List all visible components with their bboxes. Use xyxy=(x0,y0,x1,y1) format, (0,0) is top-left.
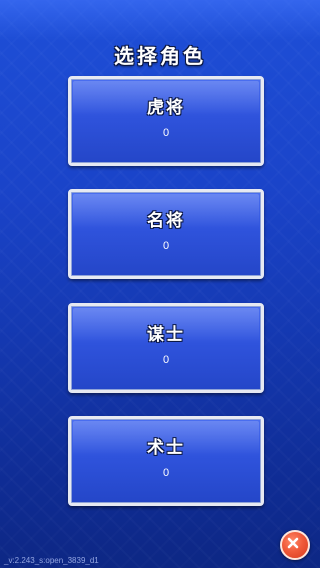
role-name: 术士 xyxy=(147,438,185,458)
role-value: 0 xyxy=(162,467,170,479)
role-value: 0 xyxy=(162,127,170,139)
role-select-screen: 选择角色 虎将 0 名将 0 谋士 0 术士 0 _v:2.243_s:open… xyxy=(0,0,320,568)
role-name: 虎将 xyxy=(147,98,185,118)
role-card-tiger-general[interactable]: 虎将 0 xyxy=(68,76,264,166)
top-sheen xyxy=(0,0,320,40)
role-card-strategist[interactable]: 谋士 0 xyxy=(68,303,264,393)
page-title: 选择角色 xyxy=(114,44,206,68)
version-label: _v:2.243_s:open_3839_d1 xyxy=(4,556,99,565)
role-card-sorcerer[interactable]: 术士 0 xyxy=(68,416,264,506)
role-value: 0 xyxy=(162,240,170,252)
close-button[interactable] xyxy=(280,530,310,560)
role-name: 名将 xyxy=(147,211,185,231)
role-value: 0 xyxy=(162,354,170,366)
close-icon xyxy=(287,537,299,549)
role-name: 谋士 xyxy=(147,325,185,345)
role-card-famous-general[interactable]: 名将 0 xyxy=(68,189,264,279)
